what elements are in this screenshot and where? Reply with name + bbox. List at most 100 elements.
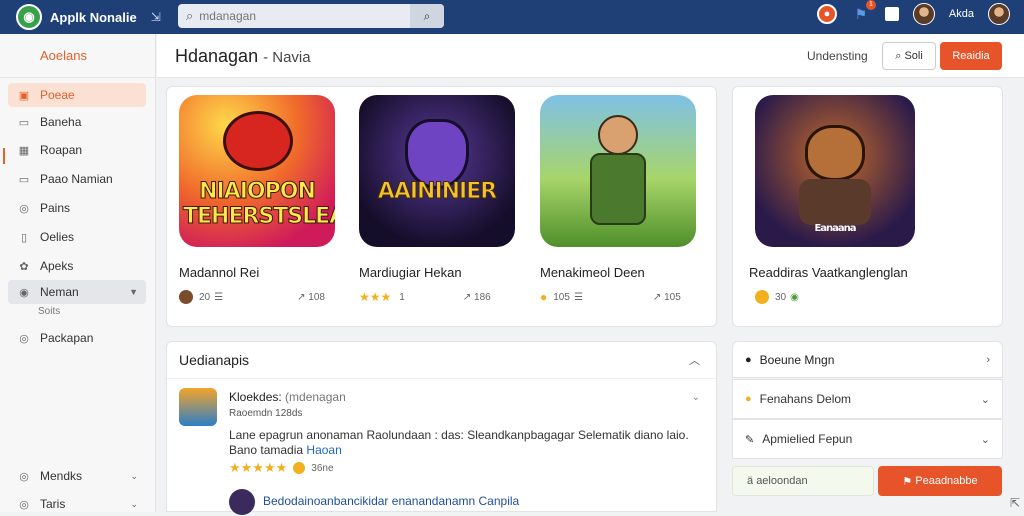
avatar[interactable] [913,3,935,25]
sidebar-item-label: Packapan [40,331,93,345]
reviewer-name-text: Kloekdes: [229,390,282,404]
list-icon: ▭ [16,116,32,129]
bell-icon[interactable]: ⚑1 [851,4,871,24]
badge-icon [293,462,305,474]
reviews-panel: Uedianapis ︿ Kloekdes: (mdenagan ⌄ Raoem… [166,341,717,512]
sidebar-item-label: Taris [40,497,65,511]
search-bar[interactable]: ⌕ ⌕ [178,4,444,28]
reply-avatar[interactable] [229,489,255,515]
featured-game-panel: Eanaana Readdiras Vaatkanglenglan 30 ◉ [732,86,1003,327]
sidebar-item-label: Baneha [40,115,81,129]
game-card-3[interactable]: Eanaana Readdiras Vaatkanglenglan 30 ◉ [755,95,915,304]
accordion-item-1[interactable]: ● Boeune Mngn › [732,341,1003,378]
game-thumbnail[interactable]: Eanaana [755,95,915,247]
game-card-2[interactable]: Menakimeol Deen ● 105 ☰ ↗ 105 [540,95,696,304]
page-title: Hdanagan - Navia [175,46,311,67]
primary-button[interactable]: Reaidia [940,42,1002,70]
reviewer-avatar[interactable] [179,388,217,426]
sidebar-item-3[interactable]: ▭ Paao Namian [8,167,146,191]
user-avatar[interactable] [988,3,1010,25]
game-card-1[interactable]: AAININIER Mardiugiar Hekan ★★★ 1 ↗ 186 [359,95,515,304]
header-link[interactable]: Undensting [807,49,868,63]
accordion-label: Fenahans Delom [760,392,851,406]
sidebar-item-1[interactable]: ▭ Baneha [8,110,146,134]
search-icon: ⌕ [186,8,193,24]
sidebar-header[interactable]: Aoelans [0,34,155,78]
game-meta-left: 20 [199,292,210,303]
star-icon: ● [745,393,752,405]
avatar [755,290,769,304]
bottom-input-text: aeloondan [756,475,807,487]
tag-icon: ◎ [16,498,32,511]
search-input[interactable] [199,9,399,23]
chevron-down-icon: ⌄ [981,433,990,446]
review-date: Raoemdn 128ds [229,408,302,419]
chevron-up-icon[interactable]: ︿ [689,352,700,368]
chevron-down-icon[interactable]: ⌄ [692,392,700,403]
game-title[interactable]: Menakimeol Deen [540,265,696,280]
sidebar-item-label: Roapan [40,143,82,157]
search-icon: ⌕ [895,50,904,63]
reply-text[interactable]: Bedodainoanbancikidar enanandanamn Canpi… [263,494,519,508]
chevron-down-icon: ⌄ [981,393,990,406]
game-thumbnail[interactable]: NIAIOPON TEHERSTSLEAI [179,95,335,247]
sidebar-item-2[interactable]: ▦ Roapan [8,138,146,162]
resize-icon[interactable]: ⇱ [1010,496,1020,510]
notification-icon[interactable]: ● [817,4,837,24]
window-icon[interactable] [885,7,899,21]
sidebar-item-label: Pains [40,201,70,215]
share-icon: ☰ [214,292,223,303]
star-icon: ★★★ [359,290,391,304]
game-meta-right: 105 [664,292,681,303]
gear-icon: ◉ [16,286,32,299]
game-thumbnail[interactable]: AAININIER [359,95,515,247]
game-meta: 20 ☰ ↗ 108 [179,290,335,304]
sidebar-item-label: Mendks [40,469,82,483]
sidebar-item-0[interactable]: ▣ Poeae [8,83,146,107]
bottom-primary-button[interactable]: ⚑ Peaadnabbe [878,466,1002,496]
game-meta-left: 1 [399,292,405,303]
flag-icon: ⚑ [902,475,915,488]
user-name[interactable]: Akda [949,8,974,20]
game-art-text: NIAIOPON TEHERSTSLEAI [183,179,331,229]
verified-icon: ◉ [790,292,799,303]
accordion-item-2[interactable]: ● Fenahans Delom ⌄ [732,379,1003,419]
accordion-item-3[interactable]: ✎ Apmielied Fepun ⌄ [732,419,1003,459]
file-icon: ▯ [16,231,32,244]
game-thumbnail[interactable] [540,95,696,247]
expand-icon[interactable]: ⇲ [151,10,161,24]
search-button[interactable]: ⌕ Soli [882,42,936,70]
arrow-icon: ↗ [297,292,308,303]
reviewer-name[interactable]: Kloekdes: (mdenagan [229,390,346,404]
sidebar-item-7[interactable]: ◉ Neman ▼ [8,280,146,304]
review-link[interactable]: Haoan [306,443,341,457]
sidebar-item-label: Poeae [40,88,75,102]
game-title[interactable]: Madannol Rei [179,265,335,280]
notification-count: 1 [866,0,876,10]
game-title[interactable]: Mardiugiar Hekan [359,265,515,280]
sidebar-subitem[interactable]: Soits [38,306,60,317]
page-subtitle: - Navia [263,49,311,66]
reviews-header[interactable]: Uedianapis ︿ [167,342,716,379]
game-character [590,153,646,225]
sidebar-item-9[interactable]: ◎ Mendks ⌄ [8,464,146,488]
sidebar-item-5[interactable]: ▯ Oelies [8,225,146,249]
review-text: Lane epagrun anonaman Raolundaan : das: … [229,428,709,458]
sidebar-item-10[interactable]: ◎ Taris ⌄ [8,492,146,516]
review-body: Lane epagrun anonaman Raolundaan : das: … [229,428,689,442]
sidebar-item-label: Oelies [40,230,74,244]
reviews-heading: Uedianapis [179,352,249,368]
sidebar-item-4[interactable]: ◎ Pains [8,196,146,220]
game-art [805,125,865,181]
active-marker [3,148,5,164]
sidebar-item-8[interactable]: ◎ Packapan [8,326,146,350]
app-logo-icon[interactable]: ◉ [16,4,42,30]
sidebar-item-6[interactable]: ✿ Apeks [8,254,146,278]
game-meta: ★★★ 1 ↗ 186 [359,290,515,304]
app-title: Applk Nonalie [50,10,137,25]
game-title[interactable]: Readdiras Vaatkanglenglan [749,265,915,280]
bottom-input[interactable]: ä aeloondan [732,466,874,496]
settings-icon: ◎ [16,202,32,215]
search-button[interactable]: ⌕ [410,4,444,28]
game-card-0[interactable]: NIAIOPON TEHERSTSLEAI Madannol Rei 20 ☰ … [179,95,335,304]
